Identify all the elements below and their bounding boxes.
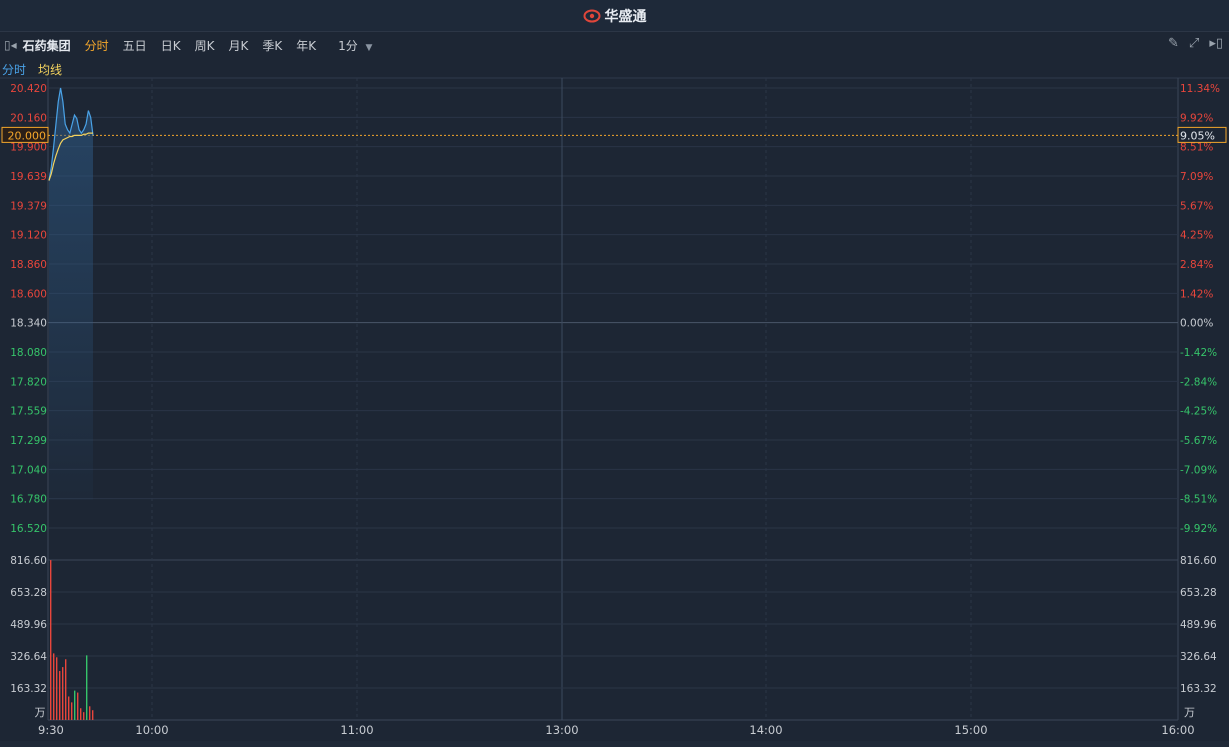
time-tick-label: 10:00 bbox=[135, 723, 168, 737]
pct-tick-label: 0.00% bbox=[1180, 318, 1213, 330]
price-tick-label: 20.160 bbox=[10, 112, 47, 124]
time-tick-label: 15:00 bbox=[954, 723, 987, 737]
volume-bar bbox=[89, 706, 91, 720]
intraday-chart: 20.420 11.34% 20.160 9.92% 19.900 8.51% 19.639… bbox=[0, 77, 1229, 737]
volume-bar bbox=[59, 671, 61, 720]
price-tick-label: 18.860 bbox=[10, 259, 47, 271]
volume-bar bbox=[71, 702, 73, 720]
price-tick-label: 18.340 bbox=[10, 318, 47, 330]
pct-tick-label: 4.25% bbox=[1180, 230, 1213, 242]
volume-bar bbox=[65, 659, 67, 720]
pct-tick-label: 8.51% bbox=[1180, 142, 1213, 154]
volume-bar bbox=[53, 653, 55, 720]
pct-tick-label: 7.09% bbox=[1180, 171, 1213, 183]
volume-tick-label: 326.64 bbox=[10, 651, 47, 663]
pct-tick-label: -2.84% bbox=[1180, 376, 1217, 388]
time-tick-label: 14:00 bbox=[749, 723, 782, 737]
time-tick-label: 13:00 bbox=[545, 723, 578, 737]
time-tick-label: 9:30 bbox=[38, 723, 64, 737]
pct-tick-label: -7.09% bbox=[1180, 464, 1217, 476]
volume-bar bbox=[92, 710, 94, 720]
pct-tick-label: -5.67% bbox=[1180, 435, 1217, 447]
time-tick-label: 16:00 bbox=[1161, 723, 1194, 737]
volume-tick-label: 163.32 bbox=[10, 683, 47, 695]
volume-bar bbox=[83, 712, 85, 720]
volume-bar bbox=[74, 690, 76, 720]
volume-tick-label-right: 489.96 bbox=[1180, 619, 1217, 631]
pct-tick-label: 5.67% bbox=[1180, 200, 1213, 212]
price-tick-label: 18.080 bbox=[10, 347, 47, 359]
volume-tick-label-right: 653.28 bbox=[1180, 587, 1217, 599]
price-tick-label: 19.900 bbox=[10, 142, 47, 154]
current-pct-label: 9.05% bbox=[1180, 129, 1215, 142]
volume-bar bbox=[68, 696, 70, 720]
current-price-label: 20.000 bbox=[8, 129, 47, 142]
volume-bar bbox=[86, 655, 88, 720]
bottom-strip bbox=[0, 741, 1229, 747]
volume-bar bbox=[56, 657, 58, 720]
volume-tick-label-right: 816.60 bbox=[1180, 555, 1217, 567]
volume-tick-label-right: 163.32 bbox=[1180, 683, 1217, 695]
price-tick-label: 16.520 bbox=[10, 523, 47, 535]
price-tick-label: 19.120 bbox=[10, 230, 47, 242]
price-tick-label: 20.420 bbox=[10, 83, 47, 95]
price-area bbox=[49, 88, 93, 500]
pct-tick-label: -9.92% bbox=[1180, 523, 1217, 535]
time-tick-label: 11:00 bbox=[340, 723, 373, 737]
pct-tick-label: 2.84% bbox=[1180, 259, 1213, 271]
price-tick-label: 19.379 bbox=[10, 200, 47, 212]
pct-tick-label: -4.25% bbox=[1180, 406, 1217, 418]
price-tick-label: 17.820 bbox=[10, 376, 47, 388]
pct-tick-label: 9.92% bbox=[1180, 112, 1213, 124]
volume-bar bbox=[77, 692, 79, 720]
volume-bar bbox=[80, 708, 82, 720]
volume-tick-label-right: 326.64 bbox=[1180, 651, 1217, 663]
volume-tick-label: 653.28 bbox=[10, 587, 47, 599]
volume-unit-right: 万 bbox=[1184, 706, 1195, 719]
volume-unit-left: 万 bbox=[35, 706, 46, 719]
price-tick-label: 16.780 bbox=[10, 494, 47, 506]
price-tick-label: 18.600 bbox=[10, 288, 47, 300]
volume-bar bbox=[62, 667, 64, 720]
price-tick-label: 17.559 bbox=[10, 406, 47, 418]
volume-tick-label: 489.96 bbox=[10, 619, 47, 631]
price-tick-label: 17.040 bbox=[10, 464, 47, 476]
pct-tick-label: 11.34% bbox=[1180, 83, 1220, 95]
price-tick-label: 17.299 bbox=[10, 435, 47, 447]
price-tick-label: 19.639 bbox=[10, 171, 47, 183]
pct-tick-label: -1.42% bbox=[1180, 347, 1217, 359]
pct-tick-label: 1.42% bbox=[1180, 288, 1213, 300]
pct-tick-label: -8.51% bbox=[1180, 494, 1217, 506]
volume-tick-label: 816.60 bbox=[10, 555, 47, 567]
volume-bar bbox=[50, 560, 52, 720]
